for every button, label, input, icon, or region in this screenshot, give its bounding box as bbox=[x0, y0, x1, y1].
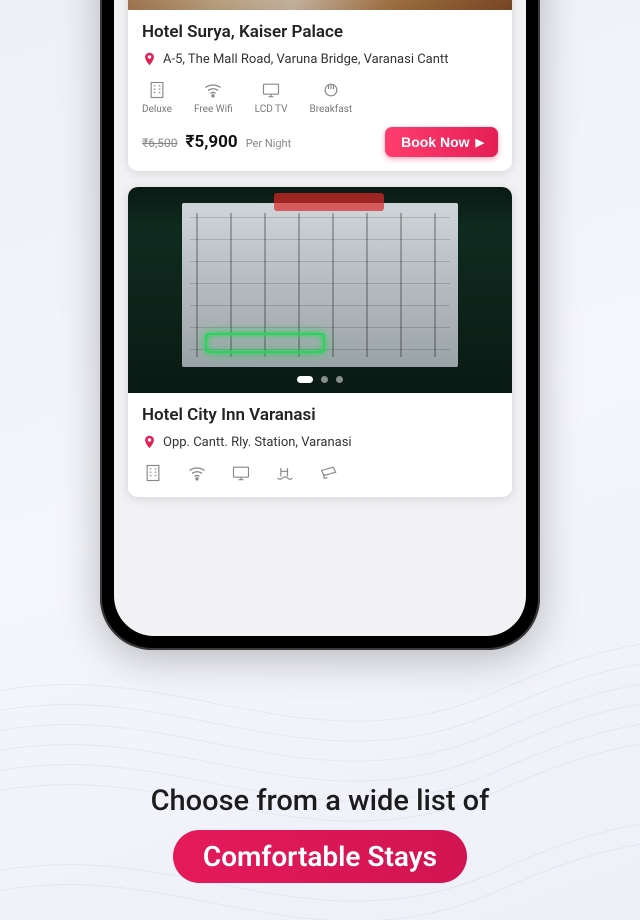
hotel-sign-illustration bbox=[274, 193, 384, 211]
carousel-dot-active[interactable] bbox=[297, 376, 313, 383]
amenity-label: Breakfast bbox=[309, 104, 352, 115]
price-block: ₹6,500 ₹5,900 Per Night bbox=[142, 132, 291, 152]
pool-icon bbox=[274, 463, 296, 483]
building-icon bbox=[142, 463, 164, 483]
hotel-card[interactable]: Hotel City Inn Varanasi Opp. Cantt. Rly.… bbox=[128, 187, 512, 497]
location-pin-icon bbox=[142, 50, 157, 68]
phone-mockup: Hotel Surya, Kaiser Palace A-5, The Mall… bbox=[100, 0, 540, 650]
price-new: ₹5,900 bbox=[186, 132, 238, 152]
price-per: Per Night bbox=[246, 137, 292, 150]
amenity-item bbox=[318, 463, 340, 483]
building-icon bbox=[146, 80, 168, 100]
amenity-item bbox=[186, 463, 208, 483]
amenities-row: Deluxe Free Wifi bbox=[142, 80, 498, 115]
tv-icon bbox=[230, 463, 252, 483]
carousel-dots[interactable] bbox=[297, 376, 343, 383]
hotel-image-carousel[interactable] bbox=[128, 187, 512, 393]
wifi-icon bbox=[186, 463, 208, 483]
book-now-label: Book Now bbox=[401, 134, 469, 150]
amenity-tv: LCD TV bbox=[255, 80, 288, 115]
hotel-neon-illustration bbox=[205, 333, 325, 353]
hotel-list[interactable]: Hotel Surya, Kaiser Palace A-5, The Mall… bbox=[114, 0, 526, 513]
cctv-icon bbox=[318, 463, 340, 483]
amenity-item bbox=[230, 463, 252, 483]
phone-screen: Hotel Surya, Kaiser Palace A-5, The Mall… bbox=[114, 0, 526, 636]
breakfast-icon bbox=[320, 80, 342, 100]
price-old: ₹6,500 bbox=[142, 136, 178, 150]
amenity-item bbox=[274, 463, 296, 483]
carousel-dot[interactable] bbox=[321, 376, 328, 383]
marketing-tagline: Choose from a wide list of Comfortable S… bbox=[0, 784, 640, 883]
amenity-deluxe: Deluxe bbox=[142, 80, 172, 115]
hotel-name: Hotel Surya, Kaiser Palace bbox=[142, 22, 498, 42]
amenity-breakfast: Breakfast bbox=[309, 80, 352, 115]
wifi-icon bbox=[202, 80, 224, 100]
tagline-line1: Choose from a wide list of bbox=[0, 784, 640, 818]
chevron-right-icon: ▶ bbox=[476, 136, 484, 149]
amenity-label: Deluxe bbox=[142, 104, 172, 115]
amenity-wifi: Free Wifi bbox=[194, 80, 233, 115]
amenity-label: Free Wifi bbox=[194, 104, 233, 115]
amenities-row bbox=[142, 463, 498, 483]
location-pin-icon bbox=[142, 433, 157, 451]
amenity-item bbox=[142, 463, 164, 483]
amenity-label: LCD TV bbox=[255, 104, 288, 115]
hotel-card[interactable]: Hotel Surya, Kaiser Palace A-5, The Mall… bbox=[128, 0, 512, 171]
hotel-image-carousel[interactable] bbox=[128, 0, 512, 10]
tagline-pill: Comfortable Stays bbox=[173, 830, 467, 883]
book-now-button[interactable]: Book Now ▶ bbox=[385, 127, 498, 157]
hotel-name: Hotel City Inn Varanasi bbox=[142, 405, 498, 425]
tv-icon bbox=[260, 80, 282, 100]
hotel-address: Opp. Cantt. Rly. Station, Varanasi bbox=[163, 435, 352, 450]
hotel-address: A-5, The Mall Road, Varuna Bridge, Varan… bbox=[163, 52, 448, 67]
carousel-dot[interactable] bbox=[336, 376, 343, 383]
